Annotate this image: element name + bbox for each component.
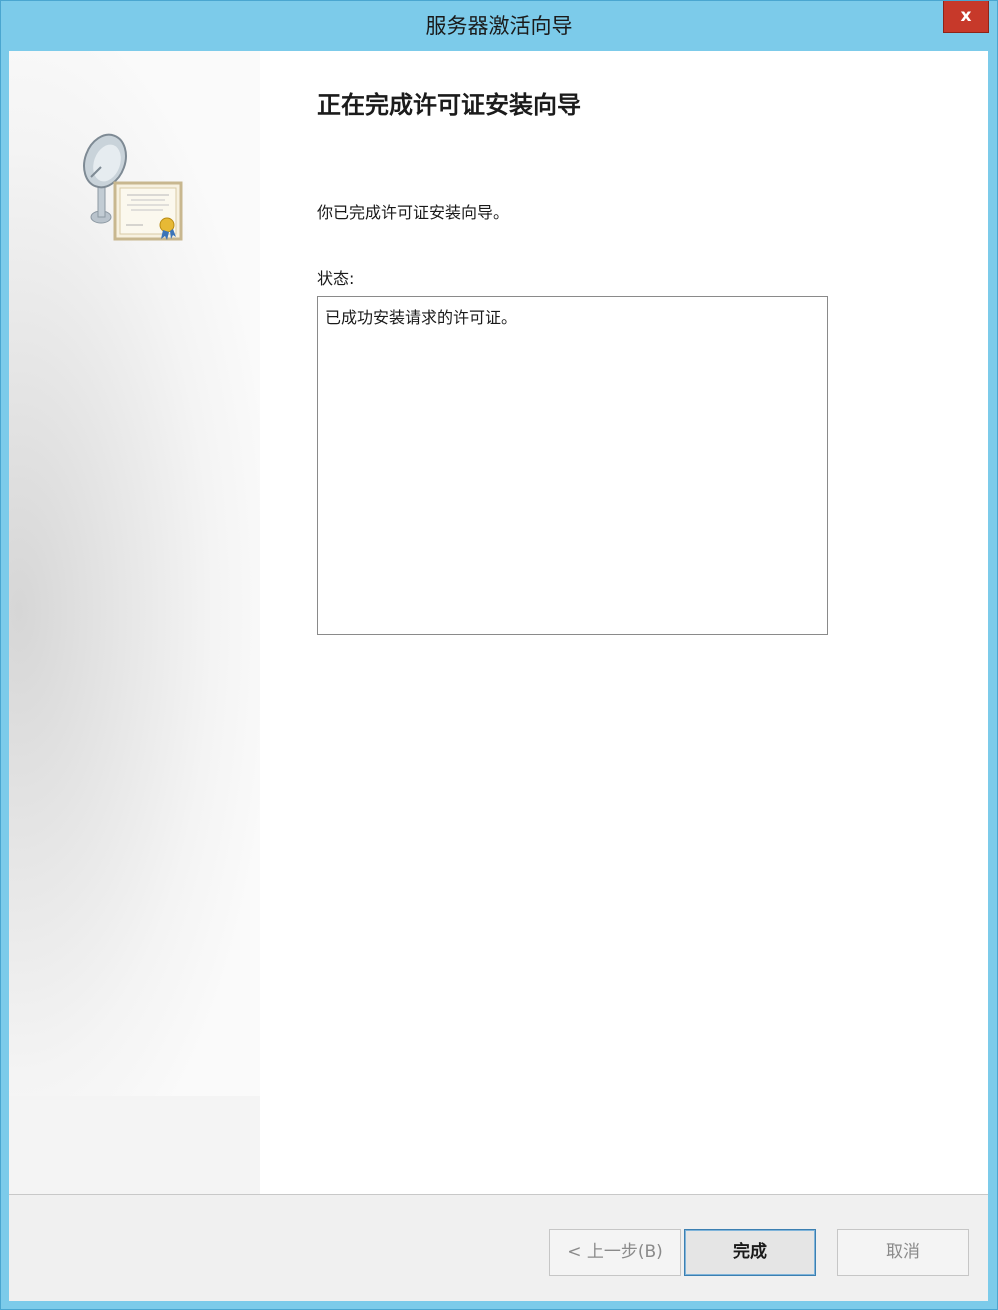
wizard-side-panel — [9, 51, 260, 1096]
finish-button[interactable]: 完成 — [684, 1229, 816, 1276]
window-title: 服务器激活向导 — [425, 14, 573, 38]
satellite-dish-certificate-icon — [83, 133, 183, 241]
back-button[interactable]: < 上一步(B) — [549, 1229, 681, 1276]
side-panel-footer-area — [9, 1096, 260, 1194]
status-text: 已成功安装请求的许可证。 — [325, 308, 518, 327]
wizard-window: 服务器激活向导 x 正在完成许可证安装向导 你已完成许可证安装向导。 状态: 已… — [0, 0, 998, 1310]
button-bar: < 上一步(B) 完成 取消 — [9, 1195, 988, 1301]
cancel-button[interactable]: 取消 — [837, 1229, 969, 1276]
title-bar[interactable]: 服务器激活向导 x — [1, 1, 997, 49]
status-textbox[interactable]: 已成功安装请求的许可证。 — [317, 296, 828, 635]
intro-text: 你已完成许可证安装向导。 — [317, 203, 510, 222]
page-title: 正在完成许可证安装向导 — [317, 91, 581, 119]
close-icon: x — [960, 6, 972, 26]
close-button[interactable]: x — [943, 1, 989, 33]
status-label: 状态: — [317, 269, 355, 288]
wizard-client-area: 正在完成许可证安装向导 你已完成许可证安装向导。 状态: 已成功安装请求的许可证… — [9, 51, 988, 1301]
